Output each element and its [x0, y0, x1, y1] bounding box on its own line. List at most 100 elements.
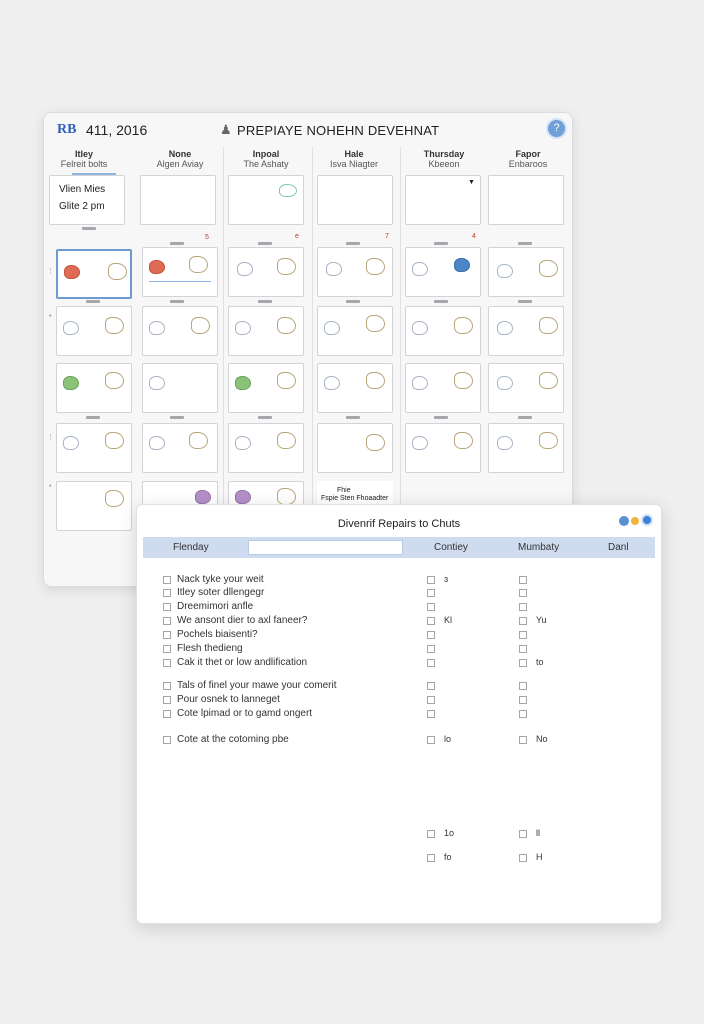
contiey-checkbox[interactable]	[427, 854, 435, 862]
contiey-checkbox[interactable]	[427, 682, 435, 690]
column-header-6[interactable]: Fapor Enbaroos	[488, 149, 568, 169]
contiey-checkbox[interactable]	[427, 830, 435, 838]
row-checkbox[interactable]	[163, 682, 171, 690]
event-icon	[149, 376, 165, 390]
mumbaty-checkbox[interactable]	[519, 696, 527, 704]
calendar-cell[interactable]: Vlien Mies Glite 2 pm	[49, 175, 125, 225]
calendar-cell[interactable]	[317, 306, 393, 356]
calendar-cell[interactable]	[317, 363, 393, 413]
calendar-cell-selected[interactable]	[56, 249, 132, 299]
mumbaty-checkbox[interactable]	[519, 659, 527, 667]
mumbaty-checkbox[interactable]	[519, 682, 527, 690]
calendar-cell[interactable]	[228, 306, 304, 356]
row-checkbox[interactable]	[163, 631, 171, 639]
calendar-cell[interactable]	[317, 175, 393, 225]
calendar-cell[interactable]	[488, 306, 564, 356]
mumbaty-checkbox[interactable]	[519, 710, 527, 718]
table-row: Cote at the cotoming pbe lo No	[137, 734, 661, 748]
column-header-1[interactable]: Itley Felreit bolts	[44, 149, 124, 169]
row-checkbox[interactable]	[163, 589, 171, 597]
event-icon	[497, 436, 513, 450]
event-icon	[237, 262, 253, 276]
column-header-3[interactable]: Inpoal The Ashaty	[226, 149, 306, 169]
help-button[interactable]: ?	[546, 118, 567, 139]
contiey-checkbox[interactable]	[427, 736, 435, 744]
row-label: Cote lpimad or to gamd ongert	[177, 708, 313, 719]
calendar-cell[interactable]	[488, 247, 564, 297]
mumbaty-checkbox[interactable]	[519, 736, 527, 744]
column-header-contiey[interactable]: Contiey	[434, 542, 468, 553]
column-header-danl[interactable]: Danl	[608, 542, 629, 553]
contiey-checkbox[interactable]	[427, 659, 435, 667]
row-checkbox[interactable]	[163, 710, 171, 718]
contiey-checkbox[interactable]	[427, 631, 435, 639]
contiey-checkbox[interactable]	[427, 589, 435, 597]
event-icon	[324, 321, 340, 335]
contiey-checkbox[interactable]	[427, 710, 435, 718]
column-header-mumbaty[interactable]: Mumbaty	[518, 542, 559, 553]
calendar-cell[interactable]	[56, 481, 132, 531]
mumbaty-checkbox[interactable]	[519, 645, 527, 653]
calendar-cell[interactable]	[56, 306, 132, 356]
mumbaty-checkbox[interactable]	[519, 603, 527, 611]
mumbaty-checkbox[interactable]	[519, 617, 527, 625]
contiey-checkbox[interactable]	[427, 576, 435, 584]
calendar-cell[interactable]	[142, 247, 218, 297]
mumbaty-checkbox[interactable]	[519, 576, 527, 584]
calendar-cell[interactable]	[228, 175, 304, 225]
row-checkbox[interactable]	[163, 617, 171, 625]
calendar-cell[interactable]: ▼	[405, 175, 481, 225]
mumbaty-checkbox[interactable]	[519, 830, 527, 838]
contiey-value: Kl	[444, 615, 453, 625]
mumbaty-checkbox[interactable]	[519, 631, 527, 639]
calendar-cell[interactable]	[488, 175, 564, 225]
calendar-cell[interactable]	[405, 306, 481, 356]
dropdown-icon[interactable]: ▼	[468, 179, 475, 186]
calendar-cell[interactable]	[142, 306, 218, 356]
row-checkbox[interactable]	[163, 576, 171, 584]
event-icon	[539, 372, 558, 389]
calendar-cell[interactable]	[56, 423, 132, 473]
minimize-button[interactable]	[619, 516, 629, 526]
event-icon	[149, 436, 165, 450]
row-checkbox[interactable]	[163, 696, 171, 704]
close-button[interactable]	[641, 514, 653, 526]
calendar-cell[interactable]	[488, 423, 564, 473]
calendar-cell[interactable]	[142, 363, 218, 413]
row-checkbox[interactable]	[163, 645, 171, 653]
calendar-cell[interactable]	[228, 247, 304, 297]
mumbaty-checkbox[interactable]	[519, 589, 527, 597]
row-checkbox[interactable]	[163, 736, 171, 744]
contiey-checkbox[interactable]	[427, 617, 435, 625]
calendar-cell[interactable]	[488, 363, 564, 413]
column-header-4[interactable]: Hale Isva Niagter	[314, 149, 394, 169]
contiey-checkbox[interactable]	[427, 645, 435, 653]
event-icon	[235, 321, 251, 335]
event-marker: 5	[205, 234, 209, 241]
calendar-cell[interactable]	[317, 423, 393, 473]
calendar-cell[interactable]	[228, 363, 304, 413]
row-checkbox[interactable]	[163, 603, 171, 611]
column-header-2[interactable]: None Algen Aviay	[140, 149, 220, 169]
calendar-date: 411, 2016	[86, 122, 148, 138]
column-header-5[interactable]: Thursday Kbeeon	[404, 149, 484, 169]
calendar-cell[interactable]	[405, 423, 481, 473]
contiey-checkbox[interactable]	[427, 603, 435, 611]
row-checkbox[interactable]	[163, 659, 171, 667]
contiey-checkbox[interactable]	[427, 696, 435, 704]
calendar-cell[interactable]	[405, 363, 481, 413]
column-header-flenday[interactable]: Flenday	[173, 542, 209, 553]
calendar-cell[interactable]	[140, 175, 216, 225]
row-label: Pochels biaisenti?	[177, 629, 258, 640]
maximize-button[interactable]	[631, 517, 639, 525]
search-input[interactable]	[248, 540, 403, 555]
calendar-cell[interactable]	[228, 423, 304, 473]
event-icon	[191, 317, 210, 334]
calendar-cell[interactable]	[142, 423, 218, 473]
calendar-cell[interactable]	[405, 247, 481, 297]
calendar-cell[interactable]	[56, 363, 132, 413]
mumbaty-checkbox[interactable]	[519, 854, 527, 862]
event-icon	[326, 262, 342, 276]
calendar-cell[interactable]	[317, 247, 393, 297]
event-icon	[63, 321, 79, 335]
